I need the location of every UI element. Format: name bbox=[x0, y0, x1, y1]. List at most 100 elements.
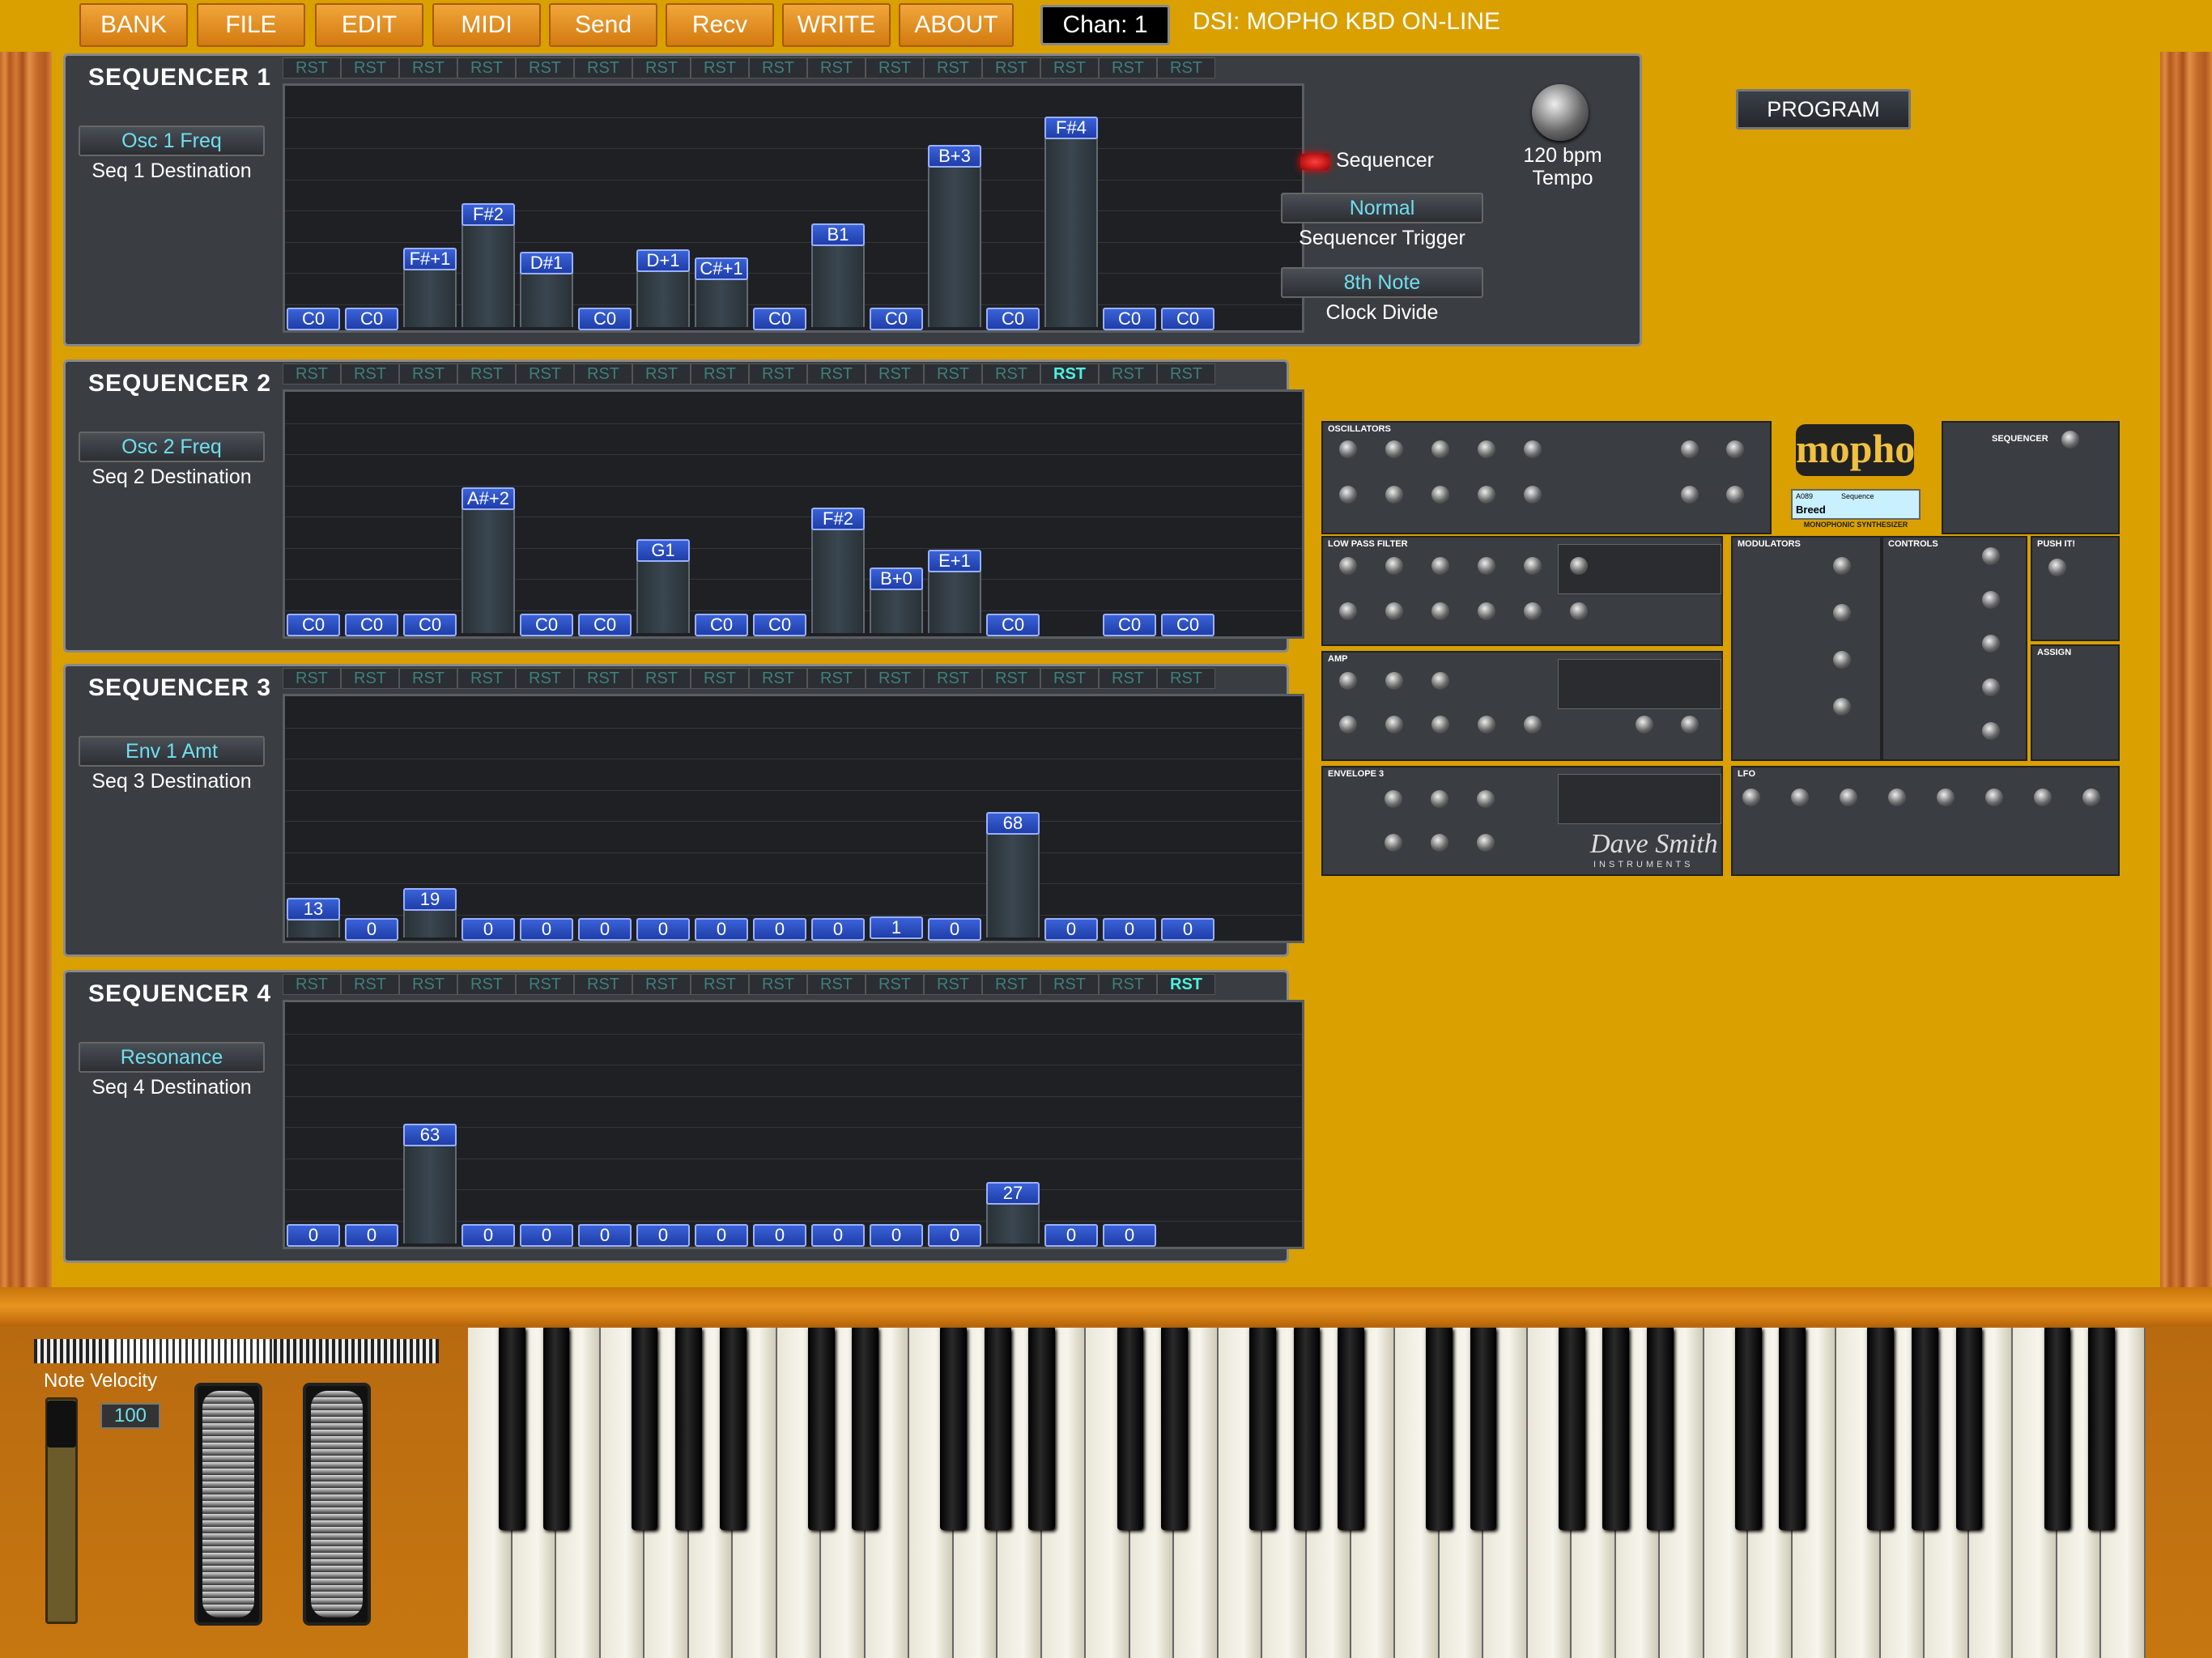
panel-knob[interactable] bbox=[1937, 789, 1955, 806]
reset-step-4-button[interactable]: RST bbox=[457, 363, 516, 385]
step-8-bar[interactable] bbox=[695, 277, 748, 327]
reset-step-5-button[interactable]: RST bbox=[516, 57, 574, 79]
step-12-bar[interactable] bbox=[928, 568, 981, 633]
step-10-bar[interactable] bbox=[811, 242, 865, 327]
step-12-bar[interactable] bbox=[928, 164, 981, 327]
reset-step-13-button[interactable]: RST bbox=[982, 363, 1040, 385]
panel-knob[interactable] bbox=[1742, 789, 1760, 806]
panel-knob[interactable] bbox=[1339, 440, 1357, 458]
sequencer-2-step-grid[interactable]: C0 C0 C0 A#+2 C0 C0 G1 C0 C0 F#2 B+0 E+1 C0 C0 C0 bbox=[283, 389, 1304, 639]
reset-step-15-button[interactable]: RST bbox=[1099, 668, 1157, 689]
panel-knob[interactable] bbox=[1339, 557, 1357, 575]
black-key[interactable] bbox=[1646, 1328, 1674, 1530]
black-key[interactable] bbox=[1338, 1328, 1364, 1530]
reset-step-12-button[interactable]: RST bbox=[924, 57, 982, 79]
reset-step-7-button[interactable]: RST bbox=[632, 668, 691, 689]
sequencer-led-toggle[interactable] bbox=[1300, 154, 1329, 170]
panel-knob[interactable] bbox=[1385, 557, 1403, 575]
reset-step-6-button[interactable]: RST bbox=[574, 974, 632, 995]
panel-knob[interactable] bbox=[1431, 834, 1448, 852]
black-key[interactable] bbox=[1293, 1328, 1321, 1530]
step-7-bar[interactable] bbox=[636, 559, 690, 633]
black-key[interactable] bbox=[1426, 1328, 1453, 1530]
panel-knob[interactable] bbox=[1570, 602, 1588, 620]
panel-knob[interactable] bbox=[1385, 790, 1402, 808]
sequencer-2-destination-select[interactable]: Osc 2 Freq bbox=[79, 432, 265, 462]
reset-step-12-button[interactable]: RST bbox=[924, 668, 982, 689]
panel-knob[interactable] bbox=[1833, 651, 1851, 669]
black-key[interactable] bbox=[1028, 1328, 1056, 1530]
reset-step-4-button[interactable]: RST bbox=[457, 974, 516, 995]
panel-knob[interactable] bbox=[1477, 834, 1495, 852]
bank-button[interactable]: BANK bbox=[79, 3, 188, 47]
panel-knob[interactable] bbox=[1385, 672, 1403, 690]
about-button[interactable]: ABOUT bbox=[899, 3, 1014, 47]
reset-step-15-button[interactable]: RST bbox=[1099, 974, 1157, 995]
panel-knob[interactable] bbox=[1478, 486, 1495, 504]
step-5-bar[interactable] bbox=[520, 270, 573, 327]
panel-knob[interactable] bbox=[1385, 716, 1403, 733]
reset-step-6-button[interactable]: RST bbox=[574, 57, 632, 79]
panel-knob[interactable] bbox=[1339, 716, 1357, 733]
reset-step-13-button[interactable]: RST bbox=[982, 57, 1040, 79]
panel-knob[interactable] bbox=[1431, 602, 1449, 620]
piano-keyboard[interactable] bbox=[468, 1328, 2146, 1658]
reset-step-9-button[interactable]: RST bbox=[749, 668, 807, 689]
reset-step-5-button[interactable]: RST bbox=[516, 974, 574, 995]
step-4-bar[interactable] bbox=[462, 506, 515, 633]
panel-knob[interactable] bbox=[1431, 440, 1449, 458]
panel-knob[interactable] bbox=[1524, 440, 1542, 458]
reset-step-16-button[interactable]: RST bbox=[1157, 974, 1215, 995]
reset-step-2-button[interactable]: RST bbox=[341, 974, 399, 995]
step-3-bar[interactable] bbox=[403, 266, 457, 327]
panel-knob[interactable] bbox=[1833, 604, 1851, 622]
panel-knob[interactable] bbox=[1339, 672, 1357, 690]
step-7-bar[interactable] bbox=[636, 269, 690, 327]
step-11-bar[interactable] bbox=[870, 586, 923, 633]
sequencer-4-destination-select[interactable]: Resonance bbox=[79, 1042, 265, 1073]
reset-step-3-button[interactable]: RST bbox=[399, 363, 457, 385]
reset-step-11-button[interactable]: RST bbox=[866, 57, 924, 79]
reset-step-13-button[interactable]: RST bbox=[982, 668, 1040, 689]
black-key[interactable] bbox=[2044, 1328, 2071, 1530]
black-key[interactable] bbox=[807, 1328, 835, 1530]
tempo-knob[interactable] bbox=[1532, 84, 1589, 141]
panel-knob[interactable] bbox=[1477, 790, 1495, 808]
reset-step-10-button[interactable]: RST bbox=[807, 974, 866, 995]
black-key[interactable] bbox=[940, 1328, 968, 1530]
panel-knob[interactable] bbox=[1982, 591, 2000, 609]
step-14-bar[interactable] bbox=[1044, 136, 1098, 327]
reset-step-5-button[interactable]: RST bbox=[516, 668, 574, 689]
reset-step-7-button[interactable]: RST bbox=[632, 57, 691, 79]
panel-knob[interactable] bbox=[1431, 557, 1449, 575]
panel-knob[interactable] bbox=[1726, 486, 1744, 504]
panel-knob[interactable] bbox=[1982, 722, 2000, 740]
reset-step-10-button[interactable]: RST bbox=[807, 57, 866, 79]
program-button[interactable]: PROGRAM bbox=[1736, 89, 1911, 130]
send-button[interactable]: Send bbox=[549, 3, 657, 47]
black-key[interactable] bbox=[1249, 1328, 1276, 1530]
sequencer-1-destination-select[interactable]: Osc 1 Freq bbox=[79, 125, 265, 156]
reset-step-12-button[interactable]: RST bbox=[924, 974, 982, 995]
black-key[interactable] bbox=[2088, 1328, 2115, 1530]
panel-knob[interactable] bbox=[1570, 557, 1588, 575]
reset-step-1-button[interactable]: RST bbox=[283, 974, 341, 995]
step-3-bar[interactable] bbox=[403, 907, 457, 937]
panel-knob[interactable] bbox=[1339, 486, 1357, 504]
midi-button[interactable]: MIDI bbox=[432, 3, 541, 47]
reset-step-14-button[interactable]: RST bbox=[1040, 668, 1099, 689]
reset-step-16-button[interactable]: RST bbox=[1157, 668, 1215, 689]
reset-step-2-button[interactable]: RST bbox=[341, 363, 399, 385]
panel-knob[interactable] bbox=[1431, 672, 1449, 690]
sequencer-3-destination-select[interactable]: Env 1 Amt bbox=[79, 736, 265, 767]
reset-step-8-button[interactable]: RST bbox=[691, 974, 749, 995]
reset-step-10-button[interactable]: RST bbox=[807, 363, 866, 385]
reset-step-5-button[interactable]: RST bbox=[516, 363, 574, 385]
recv-button[interactable]: Recv bbox=[666, 3, 774, 47]
panel-knob[interactable] bbox=[1681, 486, 1699, 504]
panel-knob[interactable] bbox=[1431, 716, 1449, 733]
panel-knob[interactable] bbox=[1985, 789, 2003, 806]
mod-wheel[interactable] bbox=[303, 1383, 371, 1626]
panel-knob[interactable] bbox=[1636, 716, 1653, 733]
panel-knob[interactable] bbox=[1982, 678, 2000, 696]
